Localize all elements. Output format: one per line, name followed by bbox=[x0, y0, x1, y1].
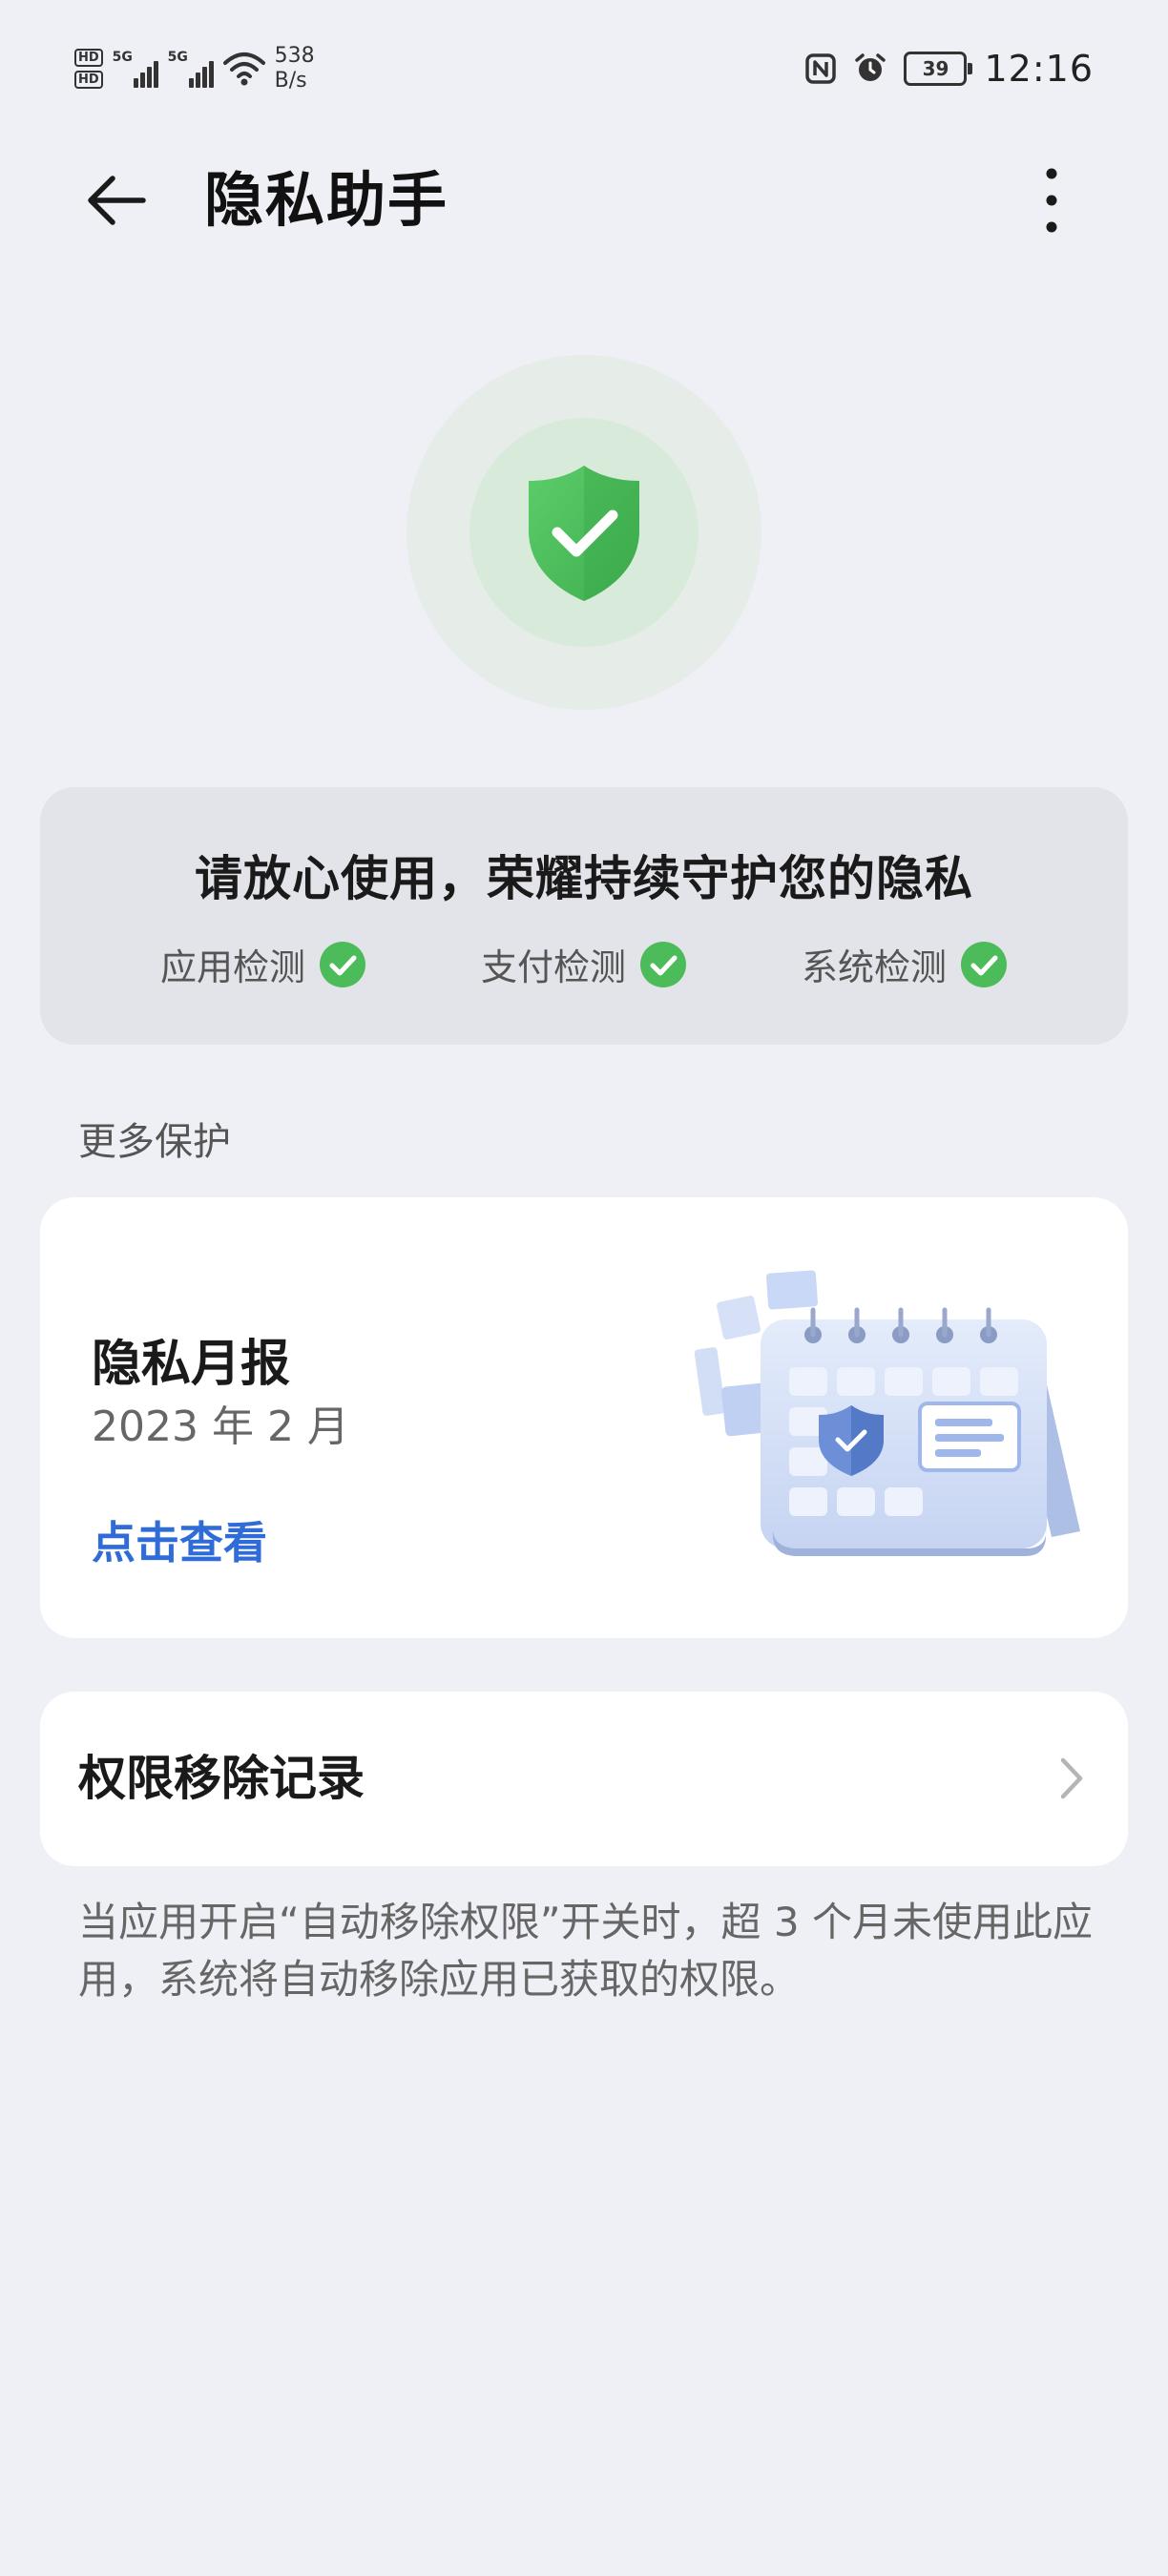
calendar-shield-illustration bbox=[694, 1270, 1080, 1556]
check-label: 系统检测 bbox=[802, 946, 948, 988]
permission-removal-record-item[interactable]: 权限移除记录 bbox=[40, 1692, 1128, 1866]
net-speed: 538 B/s bbox=[275, 44, 315, 93]
signal-label: 5G bbox=[112, 50, 133, 65]
status-headline: 请放心使用，荣耀持续守护您的隐私 bbox=[195, 851, 973, 906]
check-list: 应用检测 支付检测 系统检测 bbox=[40, 938, 1128, 990]
report-date: 2023 年 2 月 bbox=[92, 1402, 349, 1451]
check-circle-icon bbox=[640, 941, 686, 987]
wifi-icon bbox=[222, 52, 265, 86]
back-arrow-icon bbox=[88, 176, 146, 225]
check-item-payment: 支付检测 bbox=[481, 938, 687, 990]
signal-icon: 5G bbox=[113, 50, 158, 88]
hd-badge: HD bbox=[74, 71, 103, 89]
status-bar: HD HD 5G 5G 538 B/s 39 12:16 bbox=[0, 0, 1168, 134]
check-item-system: 系统检测 bbox=[802, 938, 1008, 990]
check-label: 应用检测 bbox=[159, 946, 305, 988]
status-bar-right: 39 12:16 bbox=[804, 42, 1094, 95]
back-button[interactable] bbox=[71, 155, 162, 246]
privacy-report-card[interactable]: 隐私月报 2023 年 2 月 点击查看 bbox=[40, 1197, 1128, 1638]
section-title-more-protection: 更多保护 bbox=[78, 1120, 231, 1164]
hd-badges: HD HD bbox=[74, 49, 103, 89]
signal-label: 5G bbox=[167, 50, 188, 65]
battery-icon: 39 bbox=[904, 52, 973, 86]
shield-check-icon bbox=[529, 466, 639, 601]
privacy-status-card: 请放心使用，荣耀持续守护您的隐私 应用检测 支付检测 系统检测 bbox=[40, 787, 1128, 1045]
signal-icon: 5G bbox=[168, 50, 214, 88]
nfc-icon bbox=[805, 53, 837, 84]
report-title: 隐私月报 bbox=[92, 1336, 291, 1393]
app-header: 隐私助手 bbox=[0, 143, 1168, 248]
check-circle-icon bbox=[961, 941, 1008, 987]
status-bar-left: HD HD 5G 5G 538 B/s bbox=[74, 42, 315, 95]
more-vertical-icon bbox=[1046, 168, 1057, 233]
alarm-icon bbox=[855, 53, 886, 81]
permission-removal-record-label: 权限移除记录 bbox=[78, 1751, 365, 1806]
net-speed-value: 538 bbox=[274, 44, 315, 68]
protection-status-graphic bbox=[407, 355, 761, 710]
check-circle-icon bbox=[319, 941, 365, 987]
check-item-app: 应用检测 bbox=[160, 938, 366, 990]
more-options-button[interactable] bbox=[1006, 155, 1097, 246]
chevron-right-icon bbox=[1060, 1757, 1083, 1799]
clock: 12:16 bbox=[984, 48, 1094, 90]
net-speed-unit: B/s bbox=[274, 69, 307, 93]
page-title: 隐私助手 bbox=[204, 165, 449, 235]
view-report-link[interactable]: 点击查看 bbox=[92, 1508, 267, 1571]
hd-badge: HD bbox=[74, 49, 103, 67]
check-label: 支付检测 bbox=[480, 946, 626, 988]
auto-remove-permission-note: 当应用开启“自动移除权限”开关时，超 3 个月未使用此应用，系统将自动移除应用已… bbox=[78, 1899, 1093, 2003]
